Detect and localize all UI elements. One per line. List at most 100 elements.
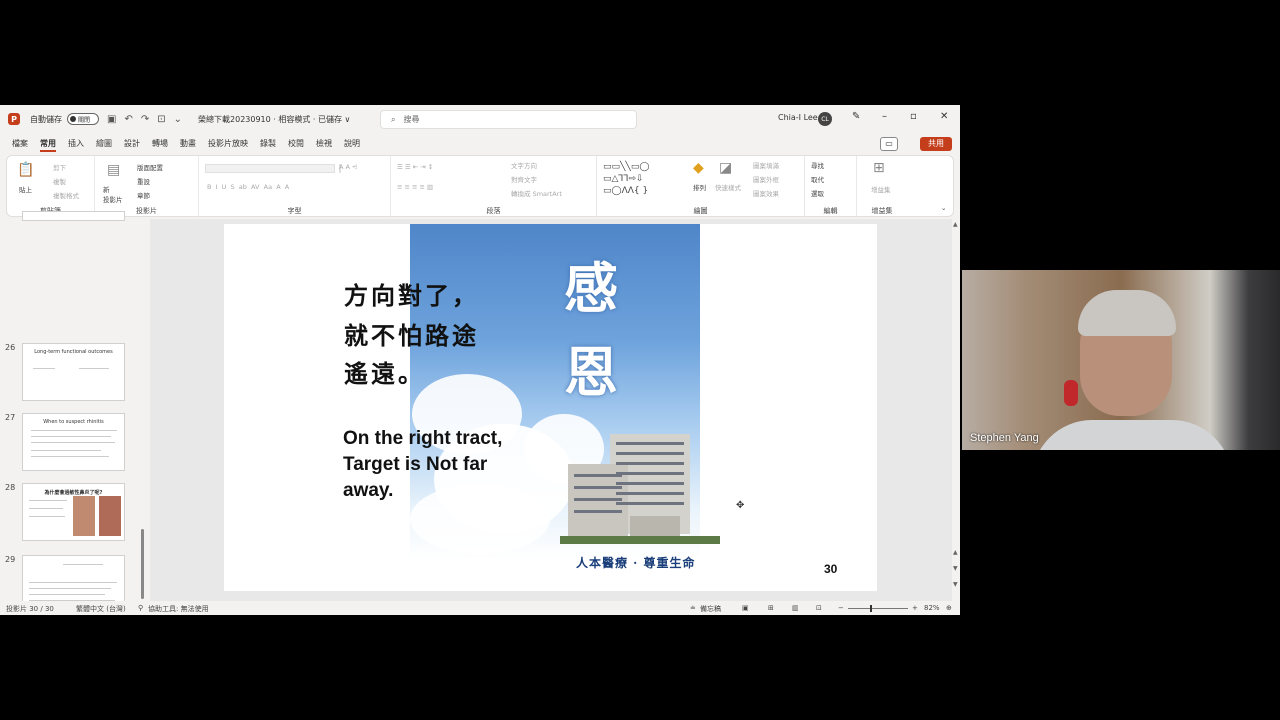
zoom-out-icon[interactable]: − <box>838 604 844 612</box>
paste-icon[interactable]: 📋 <box>17 162 34 178</box>
thumbnail-slide-26[interactable]: Long-term functional outcomes <box>22 343 125 401</box>
text-direction-button[interactable]: 文字方向 <box>511 160 537 170</box>
fit-to-window-icon[interactable]: ⊕ <box>946 604 952 612</box>
comments-button[interactable]: ▭ <box>880 137 898 151</box>
zoom-level[interactable]: 82% <box>924 604 940 612</box>
shape-fill-button[interactable]: 圖案填滿 <box>753 160 779 170</box>
find-button[interactable]: 尋找 <box>811 160 824 170</box>
restore-icon[interactable]: ▫ <box>910 111 917 122</box>
thumbnail-slide-27[interactable]: When to suspect rhinitis <box>22 413 125 471</box>
tab-record[interactable]: 錄製 <box>260 136 276 152</box>
notes-button[interactable]: 備忘稿 <box>700 604 721 614</box>
thumbnail-photo <box>73 496 95 536</box>
tab-slideshow[interactable]: 投影片放映 <box>208 136 248 152</box>
thumbnail-scrollbar[interactable] <box>139 219 146 601</box>
normal-view-icon[interactable]: ▣ <box>742 604 749 612</box>
align-text-button[interactable]: 對齊文字 <box>511 174 537 184</box>
font-name-dropdown[interactable] <box>205 164 335 173</box>
zoom-slider[interactable] <box>848 608 908 609</box>
shapes-gallery-icon[interactable]: ▭▭╲╲▭◯ <box>603 162 649 172</box>
share-button[interactable]: 共用 <box>920 137 952 151</box>
addins-button[interactable]: 增益集 <box>871 184 891 194</box>
tab-review[interactable]: 校閱 <box>288 136 304 152</box>
slide-gratitude-char-2: 恩 <box>564 340 618 404</box>
thumbnail-slide-28[interactable]: 為什麼會過敏性鼻炎了呢? <box>22 483 125 541</box>
language-indicator[interactable]: 繁體中文 (台灣) <box>76 604 126 614</box>
slide-english-line-2: Target is Not far <box>343 454 488 475</box>
tab-view[interactable]: 檢視 <box>316 136 332 152</box>
convert-smartart-button[interactable]: 轉換成 SmartArt <box>511 188 562 198</box>
slide-motto: 人本醫療 · 尊重生命 <box>576 556 696 570</box>
text-format-icons[interactable]: B I U S ab AV Aa A A <box>207 183 289 191</box>
scroll-prev-slide-icon[interactable]: ▲ <box>953 549 958 556</box>
shape-effects-button[interactable]: 圖案效果 <box>753 188 779 198</box>
notes-icon[interactable]: ≐ <box>690 604 696 612</box>
customize-qat-icon[interactable]: ⌄ <box>174 114 182 125</box>
thumbnail-text-line <box>31 436 111 437</box>
shapes-gallery-row3-icon[interactable]: ▭◯ᐱᐱ{ } <box>603 186 648 196</box>
thumbnail-slide-25-partial[interactable] <box>22 211 125 221</box>
avatar[interactable]: CL <box>818 112 832 126</box>
new-slide-icon[interactable]: ▤ <box>107 162 120 178</box>
tab-draw[interactable]: 繪圖 <box>96 136 112 152</box>
slideshow-view-icon[interactable]: ⊡ <box>816 604 822 612</box>
tab-design[interactable]: 設計 <box>124 136 140 152</box>
slide-count: 投影片 30 / 30 <box>6 605 54 613</box>
align-icons[interactable]: ≡ ≡ ≡ ≡ ▥ <box>397 183 433 191</box>
autosave-toggle[interactable]: 關閉 <box>67 113 99 125</box>
save-icon[interactable]: ▣ <box>107 114 116 125</box>
paste-label[interactable]: 貼上 <box>19 184 32 194</box>
layout-button[interactable]: 版面配置 <box>137 162 163 172</box>
editing-group: 尋找 取代 選取 編輯 <box>805 156 857 218</box>
minimize-icon[interactable]: – <box>882 111 887 122</box>
user-name[interactable]: Chia-I Lee <box>778 113 818 122</box>
addins-icon[interactable]: ⊞ <box>873 160 885 176</box>
present-icon[interactable]: ⊡ <box>157 114 165 125</box>
accessibility-icon[interactable]: ⚲ <box>138 604 143 612</box>
select-button[interactable]: 選取 <box>811 188 824 198</box>
shape-outline-button[interactable]: 圖案外框 <box>753 174 779 184</box>
tab-file[interactable]: 檔案 <box>12 136 28 152</box>
shapes-gallery-row2-icon[interactable]: ▭△⅂⅂⇨⇩ <box>603 174 644 184</box>
reset-button[interactable]: 重設 <box>137 176 150 186</box>
thumbnail-number-29: 29 <box>5 555 16 564</box>
arrange-button[interactable]: 排列 <box>693 182 706 192</box>
tab-home[interactable]: 常用 <box>40 136 56 152</box>
slide-scrollbar[interactable]: ▲ ▲ ▼ ▼ <box>952 219 960 601</box>
zoom-slider-handle[interactable] <box>870 605 872 612</box>
redo-icon[interactable]: ↷ <box>141 114 149 125</box>
scroll-up-icon[interactable]: ▲ <box>953 221 958 228</box>
accessibility-status[interactable]: 協助工具: 無法使用 <box>148 604 209 614</box>
tab-help[interactable]: 說明 <box>344 136 360 152</box>
close-icon[interactable]: ✕ <box>940 111 948 122</box>
quick-styles-icon[interactable]: ◪ <box>719 160 732 176</box>
document-title[interactable]: 榮總下載20230910 · 相容模式 · 已儲存 ∨ <box>198 114 350 125</box>
ribbon-collapse-icon[interactable]: ⌄ <box>941 204 946 212</box>
scroll-next-slide-icon[interactable]: ▼ <box>953 565 958 572</box>
slide-canvas[interactable]: 方向對了， 就不怕路途 遙遠。 On the right tract, Targ… <box>224 224 877 591</box>
format-painter-button[interactable]: 複製格式 <box>53 190 79 200</box>
powerpoint-logo-icon: P <box>8 113 20 125</box>
tab-transitions[interactable]: 轉場 <box>152 136 168 152</box>
tab-insert[interactable]: 插入 <box>68 136 84 152</box>
addins-group-label: 增益集 <box>871 207 893 215</box>
replace-button[interactable]: 取代 <box>811 174 824 184</box>
arrange-icon[interactable]: ◆ <box>693 160 704 176</box>
zoom-in-icon[interactable]: + <box>912 604 918 612</box>
font-size-adjust-icon[interactable]: A A ⩤ <box>339 163 357 172</box>
thumbnail-text-line <box>29 588 111 589</box>
tab-animations[interactable]: 動畫 <box>180 136 196 152</box>
slide-sorter-icon[interactable]: ⊞ <box>768 604 774 612</box>
thumbnail-scroll-thumb[interactable] <box>141 529 144 599</box>
search-box[interactable]: ⌕ 搜尋 <box>380 110 637 129</box>
cut-button[interactable]: 剪下 <box>53 162 66 172</box>
scroll-down-icon[interactable]: ▼ <box>953 581 958 588</box>
section-button[interactable]: 章節 <box>137 190 150 200</box>
list-icons[interactable]: ☰ ☰ ⇤ ⇥ ↕ <box>397 163 433 171</box>
pen-icon[interactable]: ✎ <box>852 111 860 122</box>
reading-view-icon[interactable]: ▥ <box>792 604 799 612</box>
quick-styles-button[interactable]: 快速樣式 <box>715 182 741 192</box>
copy-button[interactable]: 複製 <box>53 176 66 186</box>
undo-icon[interactable]: ↶ <box>124 114 132 125</box>
new-slide-button[interactable]: 新 投影片 <box>103 184 133 204</box>
